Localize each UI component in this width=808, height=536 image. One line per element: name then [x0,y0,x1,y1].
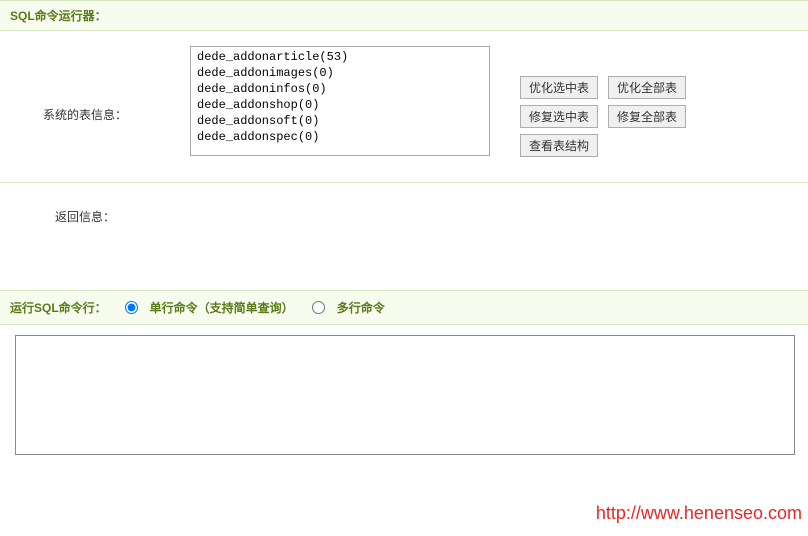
return-info-label: 返回信息： [10,208,160,225]
sql-textarea[interactable] [15,335,795,455]
multi-command-radio[interactable] [312,301,325,314]
list-item[interactable]: dede_addonspec(0) [193,129,487,145]
view-structure-button[interactable]: 查看表结构 [520,134,598,157]
panel-title: SQL命令运行器： [10,9,107,23]
list-item[interactable]: dede_addoninfos(0) [193,81,487,97]
command-label: 运行SQL命令行： [10,299,107,316]
list-item[interactable]: dede_addonshop(0) [193,97,487,113]
table-info-label: 系统的表信息： [10,46,160,123]
optimize-all-button[interactable]: 优化全部表 [608,76,686,99]
return-info-section: 返回信息： [0,183,808,290]
watermark: http://www.henenseo.com [596,503,802,524]
table-list[interactable]: dede_addonarticle(53) dede_addonimages(0… [190,46,490,156]
list-item[interactable]: dede_addonsoft(0) [193,113,487,129]
command-row: 运行SQL命令行： 单行命令（支持简单查询） 多行命令 [0,290,808,325]
table-info-section: 系统的表信息： dede_addonarticle(53) dede_addon… [0,31,808,183]
repair-all-button[interactable]: 修复全部表 [608,105,686,128]
sql-textarea-wrap [0,325,808,458]
list-item[interactable]: dede_addonimages(0) [193,65,487,81]
panel-header: SQL命令运行器： [0,0,808,31]
single-command-label: 单行命令（支持简单查询） [150,299,294,316]
list-item[interactable]: dede_addonarticle(53) [193,49,487,65]
optimize-selected-button[interactable]: 优化选中表 [520,76,598,99]
repair-selected-button[interactable]: 修复选中表 [520,105,598,128]
multi-command-label: 多行命令 [337,299,385,316]
single-command-radio[interactable] [125,301,138,314]
button-grid: 优化选中表 优化全部表 修复选中表 修复全部表 查看表结构 [520,46,686,157]
